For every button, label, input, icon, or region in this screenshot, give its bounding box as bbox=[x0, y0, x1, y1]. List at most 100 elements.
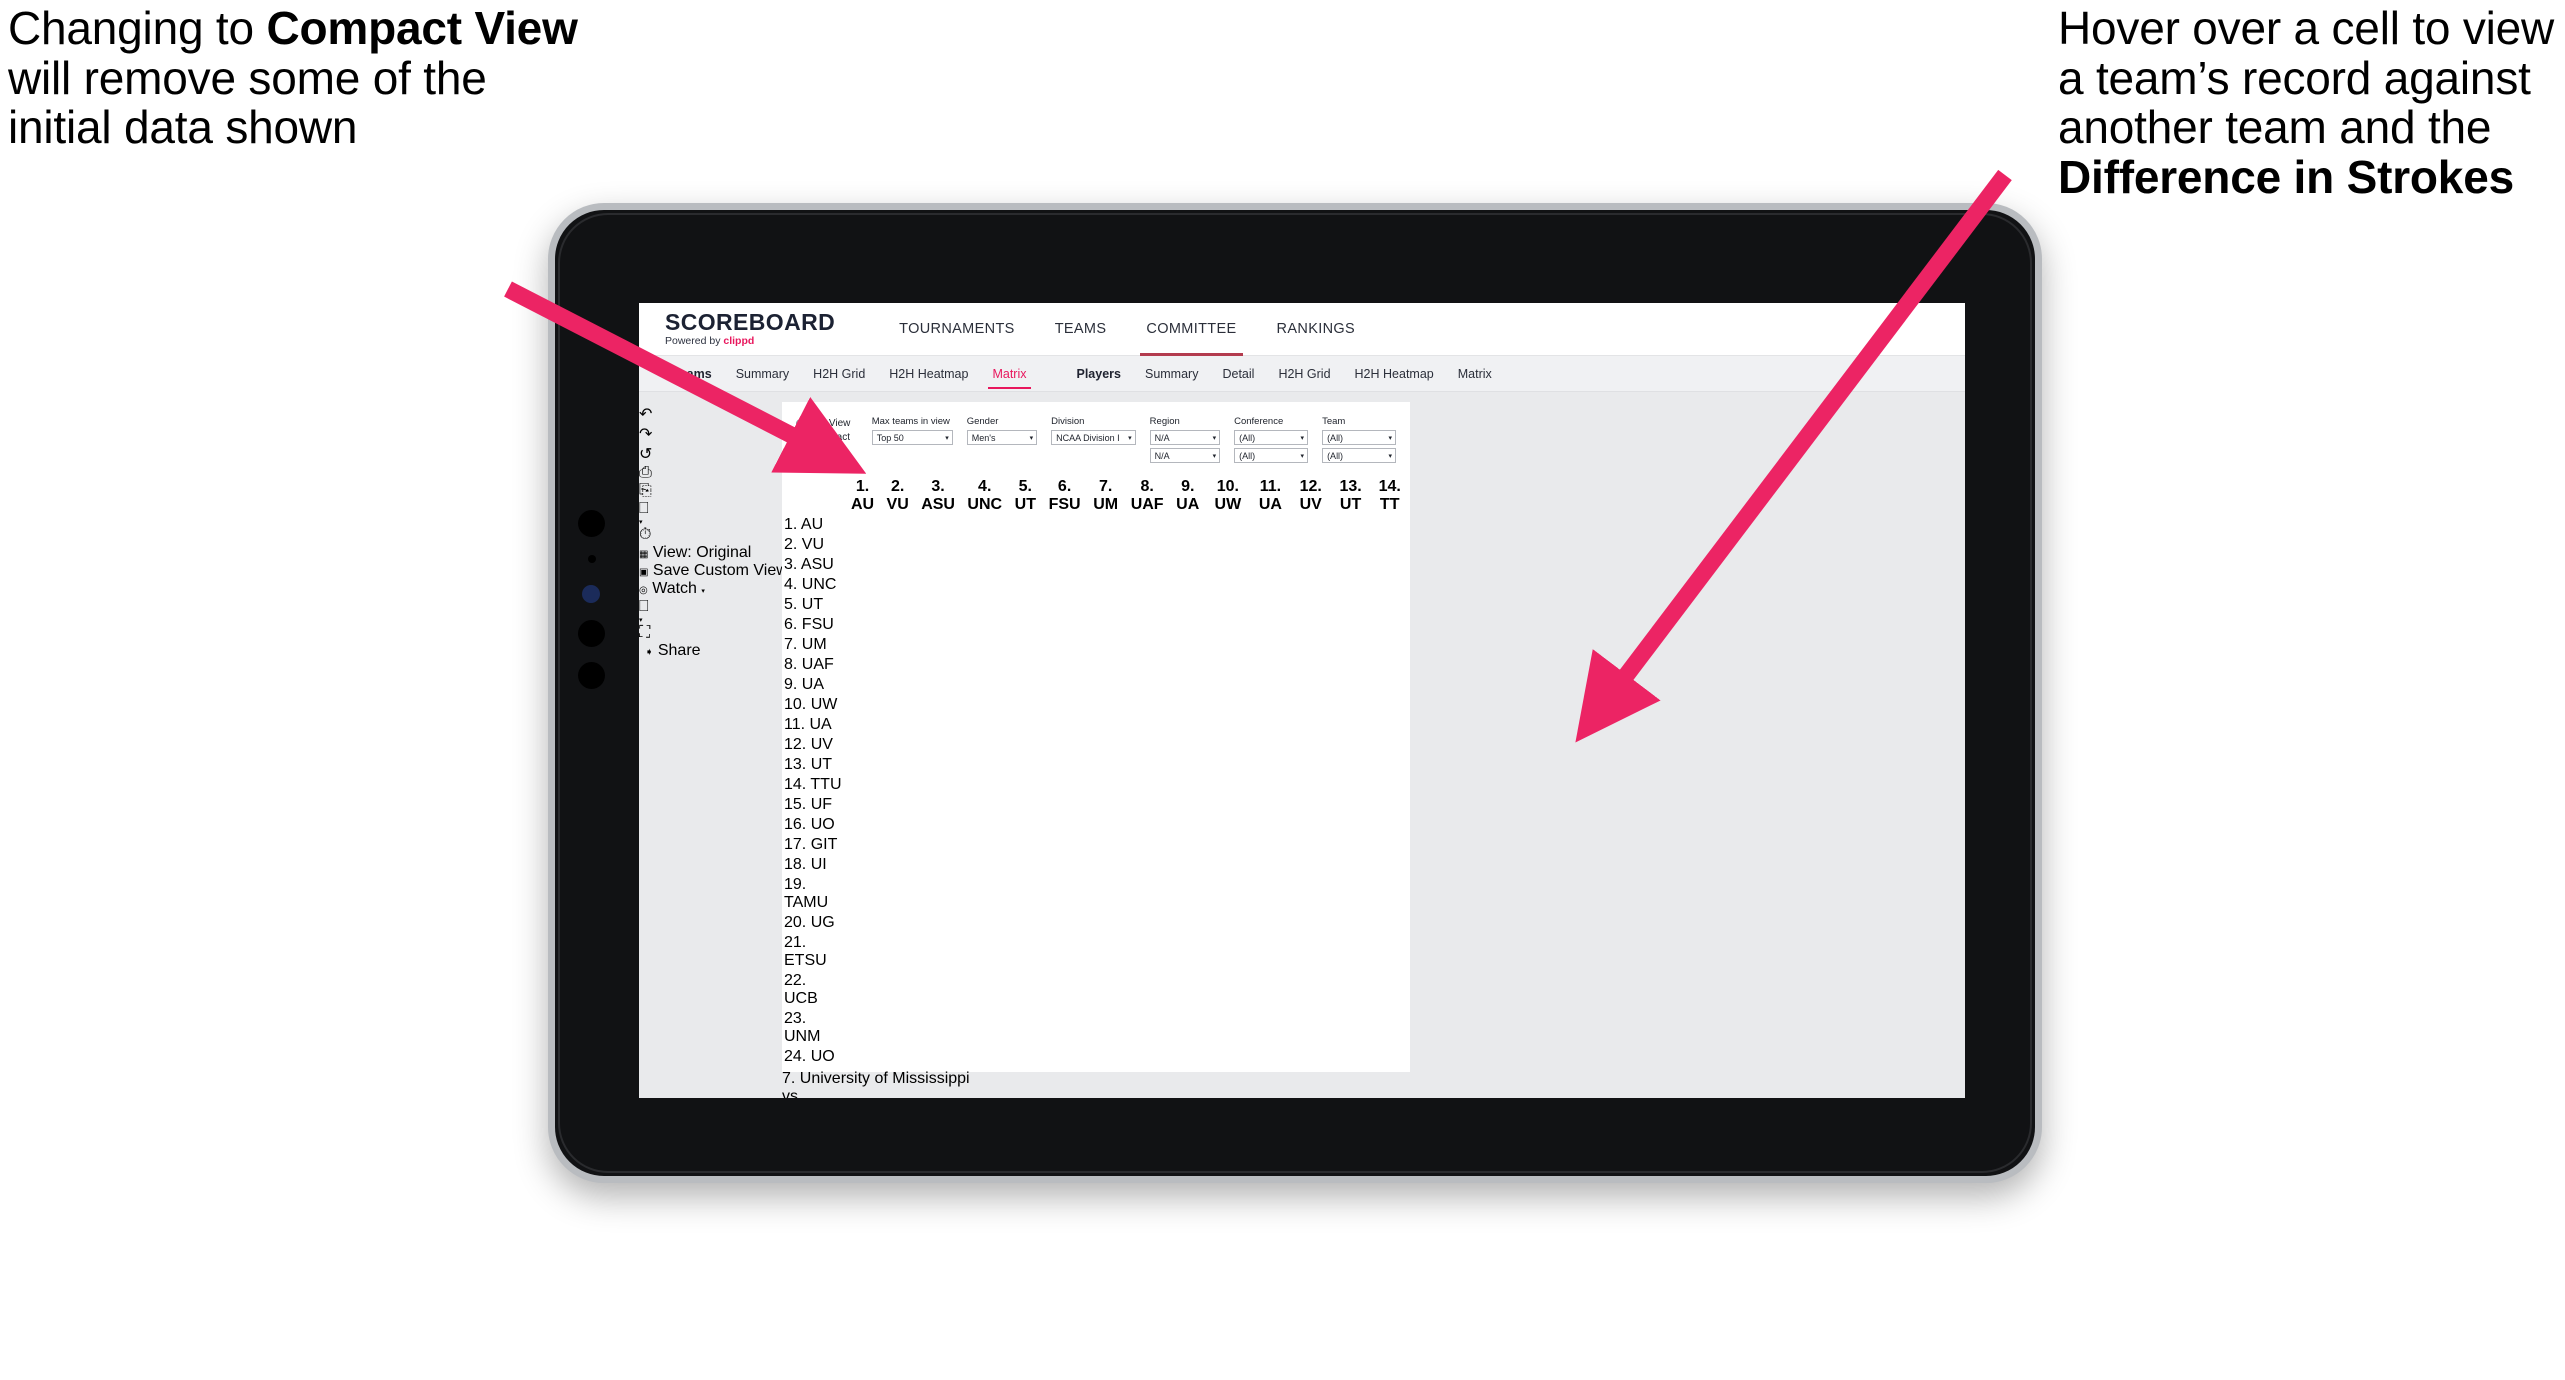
matrix-column-header[interactable]: 7. UM bbox=[1088, 478, 1123, 514]
matrix-cell[interactable] bbox=[1292, 756, 1330, 774]
matrix-cell[interactable] bbox=[1043, 972, 1086, 1008]
tab-players-h2h-grid[interactable]: H2H Grid bbox=[1266, 356, 1342, 392]
matrix-cell[interactable] bbox=[916, 736, 960, 754]
matrix-cell[interactable] bbox=[1332, 716, 1370, 734]
matrix-cell[interactable] bbox=[1043, 616, 1086, 634]
matrix-cell[interactable] bbox=[1171, 556, 1205, 574]
matrix-cell[interactable] bbox=[916, 616, 960, 634]
matrix-cell[interactable] bbox=[916, 796, 960, 814]
matrix-cell[interactable] bbox=[1371, 516, 1408, 534]
filter-gender-select[interactable]: Men's ▾ bbox=[966, 430, 1038, 445]
matrix-cell[interactable] bbox=[1043, 516, 1086, 534]
matrix-row-header[interactable]: 1. AU bbox=[784, 516, 844, 534]
tab-players-h2h-heatmap[interactable]: H2H Heatmap bbox=[1343, 356, 1446, 392]
matrix-cell[interactable] bbox=[881, 972, 914, 1008]
filter-team-select-2[interactable]: (All) ▾ bbox=[1322, 448, 1397, 463]
matrix-cell[interactable] bbox=[1088, 914, 1123, 932]
matrix-cell[interactable] bbox=[1332, 556, 1370, 574]
matrix-cell[interactable] bbox=[881, 656, 914, 674]
matrix-cell[interactable] bbox=[916, 676, 960, 694]
matrix-cell[interactable] bbox=[1125, 1048, 1168, 1066]
matrix-cell[interactable] bbox=[846, 1010, 879, 1046]
matrix-cell[interactable] bbox=[1371, 596, 1408, 614]
filter-division-select[interactable]: NCAA Division I ▾ bbox=[1051, 430, 1136, 445]
matrix-cell[interactable] bbox=[1043, 876, 1086, 912]
matrix-cell[interactable] bbox=[1332, 616, 1370, 634]
matrix-cell[interactable] bbox=[1009, 836, 1041, 854]
h2h-matrix-table[interactable]: 1. AU 2. VU 3. ASU 4. UNC 5. UT 6. FSU 7. UM 8.… bbox=[782, 476, 1410, 1070]
matrix-cell[interactable] bbox=[1332, 1048, 1370, 1066]
matrix-cell[interactable] bbox=[962, 914, 1007, 932]
matrix-cell[interactable] bbox=[1251, 1010, 1289, 1046]
matrix-cell[interactable] bbox=[1171, 796, 1205, 814]
matrix-cell[interactable] bbox=[881, 636, 914, 654]
matrix-cell[interactable] bbox=[1207, 914, 1250, 932]
matrix-cell[interactable] bbox=[1371, 796, 1408, 814]
matrix-cell[interactable] bbox=[1292, 656, 1330, 674]
matrix-cell[interactable] bbox=[962, 536, 1007, 554]
matrix-cell[interactable] bbox=[1009, 856, 1041, 874]
matrix-cell[interactable] bbox=[1009, 536, 1041, 554]
matrix-cell[interactable] bbox=[881, 796, 914, 814]
matrix-cell[interactable] bbox=[1171, 656, 1205, 674]
matrix-cell[interactable] bbox=[846, 934, 879, 970]
matrix-cell[interactable] bbox=[1371, 636, 1408, 654]
matrix-cell[interactable] bbox=[1251, 856, 1289, 874]
matrix-cell[interactable] bbox=[1088, 876, 1123, 912]
matrix-cell[interactable] bbox=[881, 934, 914, 970]
matrix-cell[interactable] bbox=[1171, 736, 1205, 754]
matrix-row-header[interactable]: 13. UT bbox=[784, 756, 844, 774]
matrix-cell[interactable] bbox=[1171, 776, 1205, 794]
matrix-cell[interactable] bbox=[1043, 1010, 1086, 1046]
matrix-cell[interactable] bbox=[1043, 914, 1086, 932]
matrix-cell[interactable] bbox=[1171, 756, 1205, 774]
nav-item-rankings[interactable]: RANKINGS bbox=[1257, 303, 1376, 356]
matrix-cell[interactable] bbox=[1088, 636, 1123, 654]
matrix-cell[interactable] bbox=[846, 1048, 879, 1066]
matrix-cell[interactable] bbox=[1171, 836, 1205, 854]
matrix-cell[interactable] bbox=[846, 656, 879, 674]
matrix-cell[interactable] bbox=[1125, 736, 1168, 754]
matrix-cell[interactable] bbox=[1043, 576, 1086, 594]
matrix-cell[interactable] bbox=[1371, 934, 1408, 970]
matrix-cell[interactable] bbox=[1207, 616, 1250, 634]
matrix-cell[interactable] bbox=[881, 836, 914, 854]
matrix-cell[interactable] bbox=[1332, 1010, 1370, 1046]
matrix-column-header[interactable]: 6. FSU bbox=[1043, 478, 1086, 514]
matrix-cell[interactable] bbox=[1371, 736, 1408, 754]
matrix-cell[interactable] bbox=[1207, 1048, 1250, 1066]
matrix-cell[interactable] bbox=[1009, 934, 1041, 970]
matrix-cell[interactable] bbox=[1088, 836, 1123, 854]
matrix-cell[interactable] bbox=[1171, 636, 1205, 654]
matrix-cell[interactable] bbox=[962, 556, 1007, 574]
matrix-cell[interactable] bbox=[846, 676, 879, 694]
matrix-cell[interactable] bbox=[916, 934, 960, 970]
matrix-cell[interactable] bbox=[881, 696, 914, 714]
matrix-cell[interactable] bbox=[881, 876, 914, 912]
matrix-cell[interactable] bbox=[1292, 836, 1330, 854]
matrix-cell[interactable] bbox=[1171, 616, 1205, 634]
matrix-cell[interactable] bbox=[1125, 556, 1168, 574]
matrix-cell[interactable] bbox=[1332, 536, 1370, 554]
matrix-cell[interactable] bbox=[881, 1010, 914, 1046]
matrix-cell[interactable] bbox=[1207, 636, 1250, 654]
matrix-cell[interactable] bbox=[1171, 876, 1205, 912]
matrix-cell[interactable] bbox=[1292, 1010, 1330, 1046]
matrix-cell[interactable] bbox=[1292, 856, 1330, 874]
matrix-column-header[interactable]: 1. AU bbox=[846, 478, 879, 514]
matrix-cell[interactable] bbox=[1171, 1010, 1205, 1046]
matrix-cell[interactable] bbox=[1088, 736, 1123, 754]
matrix-row-header[interactable]: 23. UNM bbox=[784, 1010, 844, 1046]
matrix-cell[interactable] bbox=[1088, 856, 1123, 874]
matrix-cell[interactable] bbox=[1171, 914, 1205, 932]
matrix-cell[interactable] bbox=[881, 616, 914, 634]
matrix-cell[interactable] bbox=[1009, 796, 1041, 814]
matrix-row-header[interactable]: 10. UW bbox=[784, 696, 844, 714]
matrix-cell[interactable] bbox=[1043, 656, 1086, 674]
matrix-cell[interactable] bbox=[1043, 556, 1086, 574]
matrix-cell[interactable] bbox=[1009, 1010, 1041, 1046]
matrix-row-header[interactable]: 24. UO bbox=[784, 1048, 844, 1066]
matrix-cell[interactable] bbox=[1332, 736, 1370, 754]
matrix-row-header[interactable]: 18. UI bbox=[784, 856, 844, 874]
matrix-cell[interactable] bbox=[1292, 576, 1330, 594]
